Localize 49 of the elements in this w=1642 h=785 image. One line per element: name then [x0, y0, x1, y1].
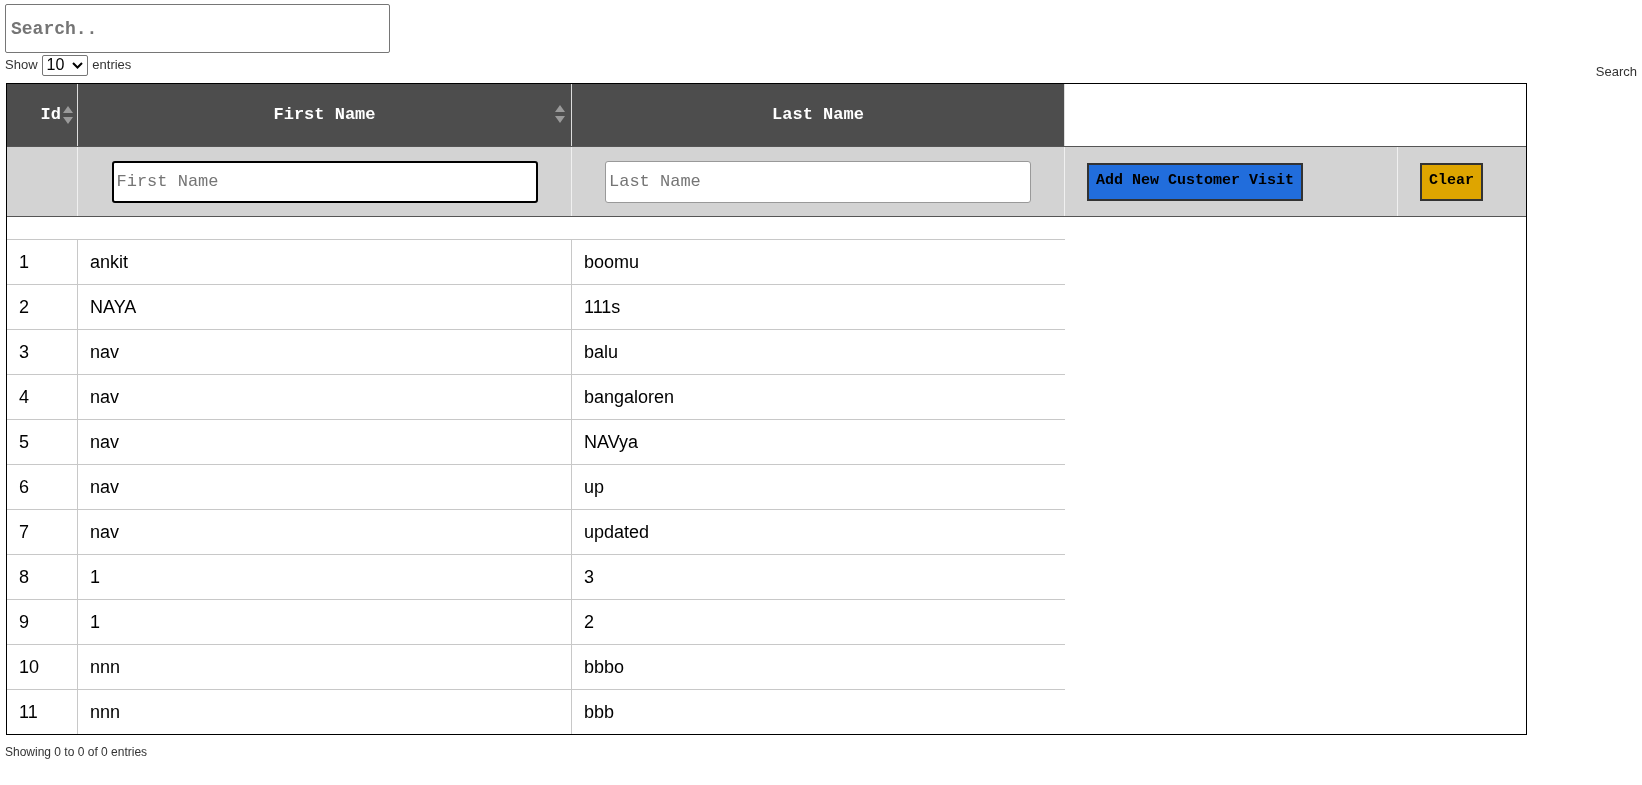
- table-cell-text: NAVya: [583, 430, 640, 454]
- search-label: Search: [1595, 63, 1637, 82]
- table-cell-text: up: [583, 475, 606, 499]
- table-cell: nav: [78, 420, 572, 464]
- table-cell: 7: [7, 510, 78, 554]
- filter-field[interactable]: First Name: [111, 160, 538, 203]
- table-cell: nnn: [78, 690, 572, 734]
- table-cell: nav: [78, 375, 572, 419]
- table-cell: nav: [78, 465, 572, 509]
- add-visit-button[interactable]: Add New Customer Visit: [1087, 162, 1304, 201]
- table-info: Showing 0 to 0 of 0 entries: [4, 744, 149, 761]
- entries-label: entries: [92, 56, 132, 75]
- table-cell-text: boomu: [583, 250, 641, 274]
- sort-icon: [63, 106, 73, 124]
- table-cell: 10: [7, 645, 78, 689]
- table-cell-text: 3: [583, 565, 595, 589]
- table-cell: 5: [7, 420, 78, 464]
- table-cell: 4: [7, 375, 78, 419]
- table-cell: 1: [78, 600, 572, 644]
- table-cell: 3: [7, 330, 78, 374]
- table-cell: nav: [78, 510, 572, 554]
- clear-button[interactable]: Clear: [1420, 162, 1483, 201]
- table-cell-text: bbbo: [583, 655, 626, 679]
- filter-field[interactable]: Last Name: [605, 160, 1031, 203]
- table-cell: nnn: [78, 645, 572, 689]
- table-cell: NAYA: [78, 285, 572, 329]
- show-label: Show: [5, 56, 38, 75]
- column-header[interactable]: Id: [7, 84, 78, 146]
- table-cell: ankit: [78, 240, 572, 284]
- column-header[interactable]: First Name: [78, 84, 572, 146]
- table-cell-text: updated: [583, 520, 651, 544]
- table-cell: 2: [7, 285, 78, 329]
- table-cell: 8: [7, 555, 78, 599]
- search-field[interactable]: Search..: [5, 4, 390, 53]
- table-cell: 9: [7, 600, 78, 644]
- table-cell: 6: [7, 465, 78, 509]
- column-header: Last Name: [572, 84, 1065, 146]
- table-cell-text: balu: [583, 340, 620, 364]
- table-cell: 1: [7, 240, 78, 284]
- table-cell: nav: [78, 330, 572, 374]
- table-cell-text: 111s: [583, 295, 622, 319]
- sort-icon: [555, 105, 565, 123]
- table-cell-text: 2: [583, 610, 595, 634]
- table-cell: 11: [7, 690, 78, 734]
- table-cell: 1: [78, 555, 572, 599]
- entries-dropdown[interactable]: 10: [41, 54, 89, 76]
- table-cell-text: bbb: [583, 700, 616, 724]
- table-cell-text: bangaloren: [583, 385, 676, 409]
- chevron-down-icon: [72, 61, 84, 69]
